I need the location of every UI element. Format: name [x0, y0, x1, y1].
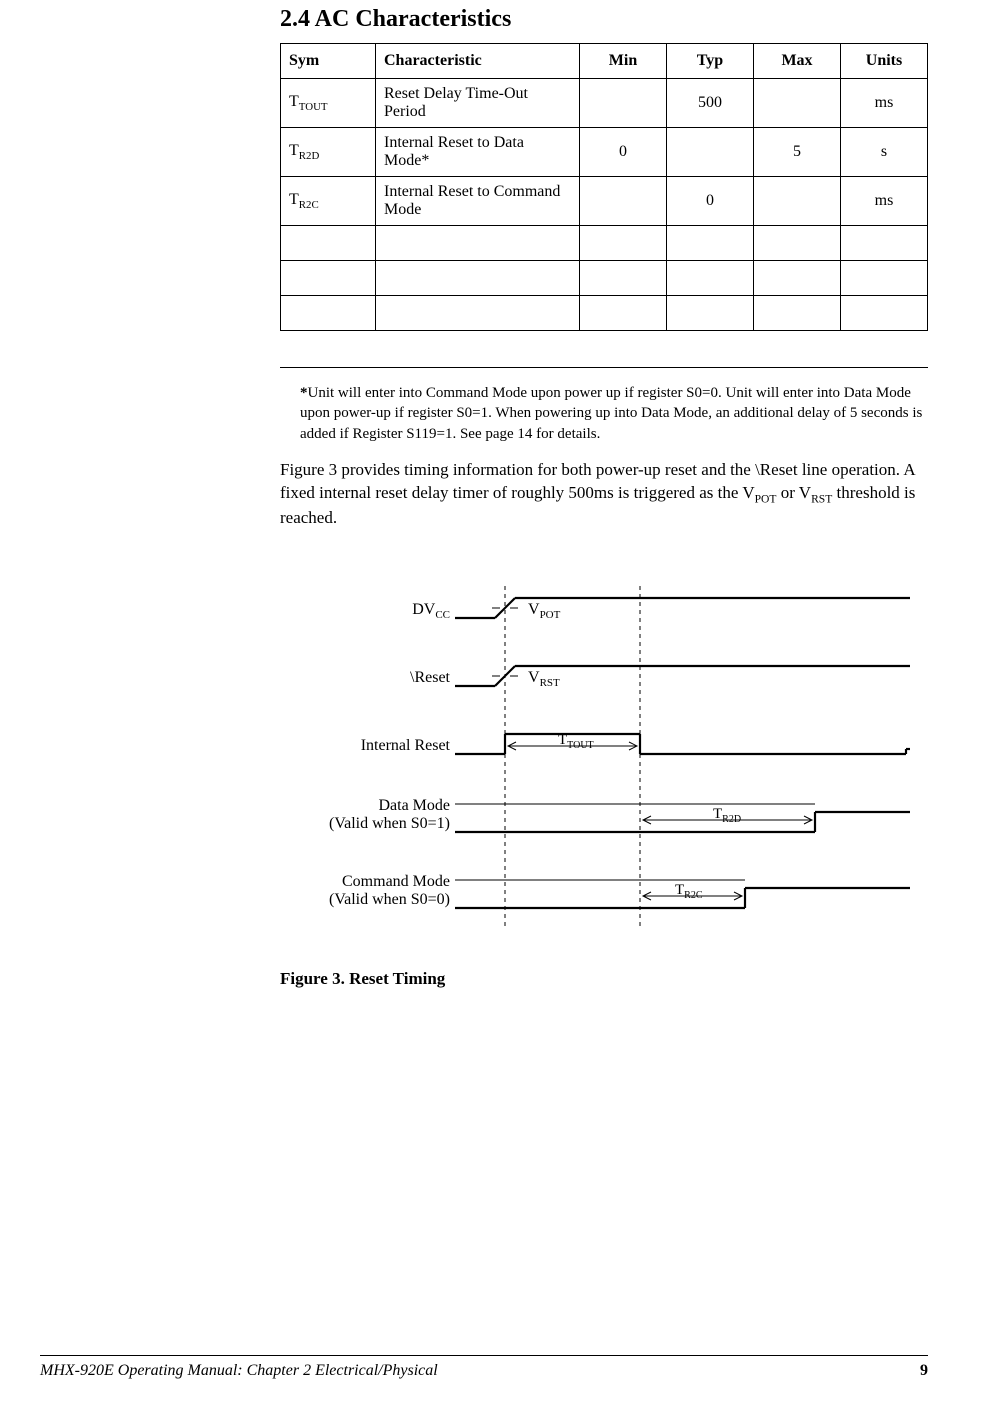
cell-min [580, 261, 667, 296]
cell-units [841, 226, 928, 261]
cell-units [841, 261, 928, 296]
cell-characteristic [376, 296, 580, 331]
footer-left: MHX-920E Operating Manual: Chapter 2 Ele… [40, 1362, 438, 1380]
label-data-mode-l1: Data Mode [378, 797, 450, 814]
cell-max [754, 177, 841, 226]
cell-typ [667, 296, 754, 331]
label-cmd-mode-l2: (Valid when S0=0) [329, 891, 450, 908]
cell-characteristic [376, 261, 580, 296]
cell-units: s [841, 128, 928, 177]
th-typ: Typ [667, 44, 754, 79]
section-heading: 2.4 AC Characteristics [280, 6, 928, 33]
label-tr2d: TR2D [713, 806, 741, 825]
footer-right: 9 [920, 1362, 928, 1380]
table-row [281, 296, 928, 331]
label-dvcc: DVCC [412, 601, 450, 621]
cell-max: 5 [754, 128, 841, 177]
label-data-mode-l2: (Valid when S0=1) [329, 815, 450, 832]
cell-characteristic: Internal Reset to Command Mode [376, 177, 580, 226]
label-internal-reset: Internal Reset [361, 737, 451, 754]
footnote-rule [280, 367, 928, 368]
cell-typ [667, 226, 754, 261]
table-row: TTOUTReset Delay Time-Out Period 500 ms [281, 79, 928, 128]
table-row [281, 226, 928, 261]
label-tr2c: TR2C [675, 882, 703, 901]
footnote-text: *Unit will enter into Command Mode upon … [300, 383, 928, 444]
cell-max [754, 79, 841, 128]
cell-units [841, 296, 928, 331]
cell-units: ms [841, 79, 928, 128]
th-sym: Sym [281, 44, 376, 79]
label-cmd-mode-l1: Command Mode [342, 873, 450, 890]
table-row [281, 261, 928, 296]
cell-characteristic [376, 226, 580, 261]
footnote-body: Unit will enter into Command Mode upon p… [300, 385, 922, 442]
cell-min [580, 226, 667, 261]
cell-sym [281, 226, 376, 261]
ac-characteristics-table: Sym Characteristic Min Typ Max Units TTO… [280, 43, 928, 331]
footnote-marker: * [300, 385, 308, 401]
cell-sym: TTOUT [281, 79, 376, 128]
page-footer: MHX-920E Operating Manual: Chapter 2 Ele… [40, 1355, 928, 1380]
para-sub2: RST [811, 492, 832, 505]
cell-characteristic: Internal Reset to Data Mode* [376, 128, 580, 177]
cell-typ [667, 128, 754, 177]
cell-sym: TR2D [281, 128, 376, 177]
table-row: TR2CInternal Reset to Command Mode 0 ms [281, 177, 928, 226]
cell-typ: 0 [667, 177, 754, 226]
th-units: Units [841, 44, 928, 79]
cell-characteristic: Reset Delay Time-Out Period [376, 79, 580, 128]
cell-max [754, 226, 841, 261]
table-row: TR2DInternal Reset to Data Mode*0 5s [281, 128, 928, 177]
label-vpot: VPOT [528, 601, 561, 621]
para-part2: or V [776, 483, 811, 502]
th-characteristic: Characteristic [376, 44, 580, 79]
cell-min: 0 [580, 128, 667, 177]
timing-diagram: DVCC VPOT \Reset VRST Internal Reset [270, 576, 928, 941]
cell-typ: 500 [667, 79, 754, 128]
body-paragraph: Figure 3 provides timing information for… [280, 459, 928, 530]
cell-max [754, 296, 841, 331]
cell-min [580, 177, 667, 226]
cell-min [580, 79, 667, 128]
para-sub1: POT [755, 492, 777, 505]
th-max: Max [754, 44, 841, 79]
cell-sym [281, 296, 376, 331]
table-header-row: Sym Characteristic Min Typ Max Units [281, 44, 928, 79]
cell-typ [667, 261, 754, 296]
th-min: Min [580, 44, 667, 79]
cell-sym: TR2C [281, 177, 376, 226]
cell-max [754, 261, 841, 296]
cell-sym [281, 261, 376, 296]
figure-caption: Figure 3. Reset Timing [280, 969, 928, 989]
label-reset: \Reset [410, 669, 451, 686]
cell-units: ms [841, 177, 928, 226]
cell-min [580, 296, 667, 331]
label-vrst: VRST [528, 669, 560, 689]
